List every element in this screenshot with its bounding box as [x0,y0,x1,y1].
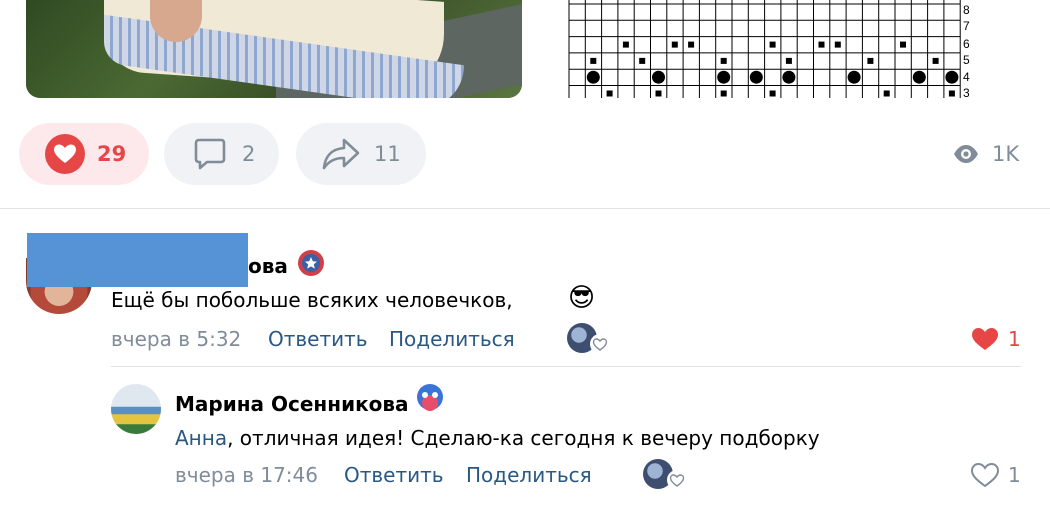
redacted-author-name [27,233,248,287]
share-arrow-icon [322,138,360,170]
share-link[interactable]: Поделиться [389,327,515,351]
comment-button[interactable]: 2 [164,123,279,185]
share-link[interactable]: Поделиться [466,463,592,487]
heart-icon [45,134,85,174]
comment-author-name[interactable]: ова [248,254,288,278]
chart-row-number: 4 [963,70,970,84]
reply-like-count: 1 [1008,463,1021,487]
like-count: 29 [97,142,127,166]
reply-text-body: , отличная идея! Сделаю-ка сегодня к веч… [227,426,820,450]
badge-icon [417,384,443,411]
comment-text: Ещё бы побольше всяких человечков, [111,288,513,312]
comment-timestamp[interactable]: вчера в 5:32 [111,327,241,351]
views-count: 1K [992,142,1020,166]
share-count: 11 [374,142,401,166]
reply-separator [111,366,1021,367]
like-button[interactable]: 29 [19,123,149,185]
section-divider [0,208,1050,209]
post-photo-knitting-chart[interactable]: 8 7 6 5 4 3 [565,0,975,98]
reply-author-name[interactable]: Марина Осенникова [175,392,409,416]
eye-icon [954,145,978,163]
badge-icon [298,250,324,276]
chart-row-number: 6 [963,37,970,51]
sunglasses-emoji: 😎 [568,283,596,313]
views-counter: 1K [952,140,1019,168]
reply-link[interactable]: Ответить [268,327,368,351]
reply-timestamp[interactable]: вчера в 17:46 [175,463,318,487]
mention-link[interactable]: Анна [175,426,227,450]
reply-text: Анна, отличная идея! Сделаю-ка сегодня к… [175,426,820,450]
chart-row-number: 3 [963,86,970,98]
comment-icon [194,138,226,170]
share-button[interactable]: 11 [296,123,426,185]
reply-link[interactable]: Ответить [344,463,444,487]
heart-outline-icon[interactable] [970,461,1000,489]
comment-count: 2 [242,142,256,166]
heart-outline-icon [667,470,687,490]
chart-row-number: 5 [963,53,970,67]
chart-row-number: 7 [963,19,970,33]
heart-filled-icon[interactable] [970,325,1000,353]
comment-like-count: 1 [1008,327,1021,351]
reply-author-avatar[interactable] [111,384,161,434]
post-photo-sweater[interactable] [26,0,522,98]
chart-row-number: 8 [963,3,970,17]
heart-outline-icon [590,334,610,354]
